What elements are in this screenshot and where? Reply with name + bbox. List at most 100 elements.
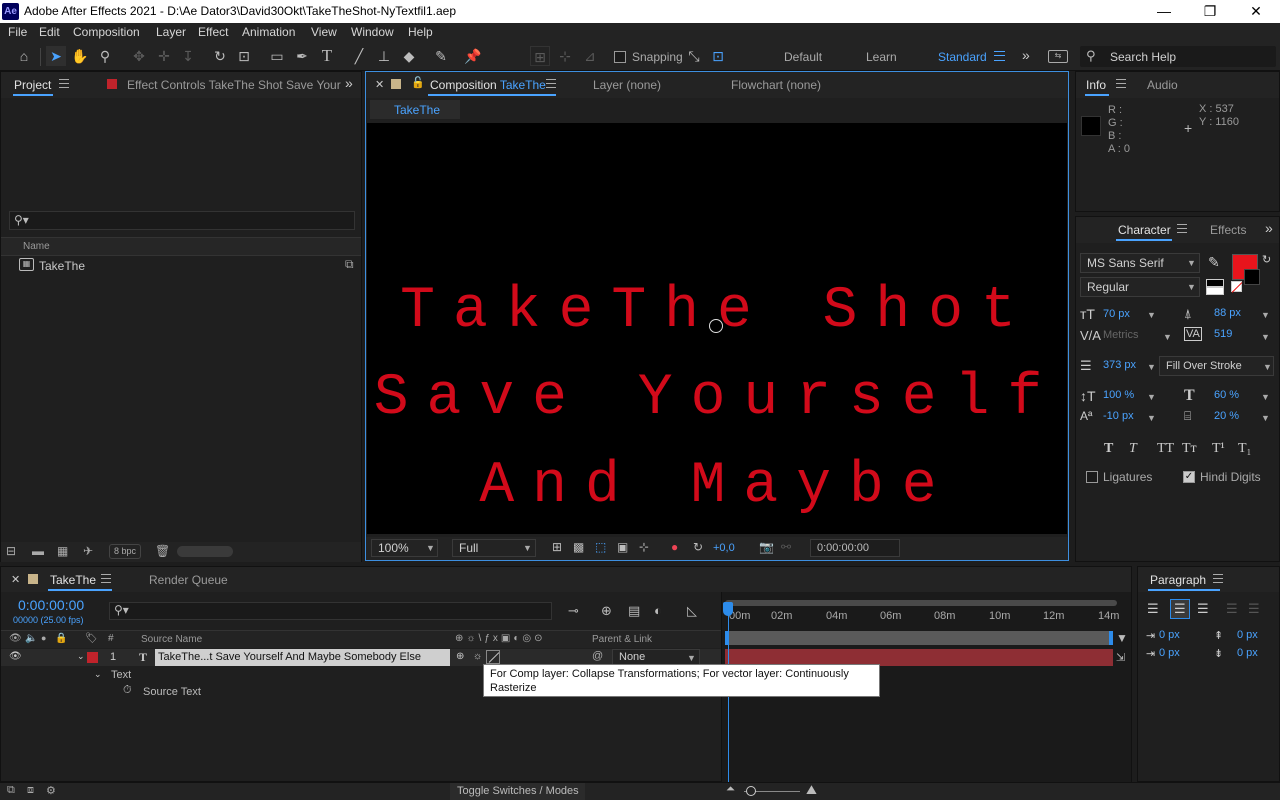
- tab-effect-controls[interactable]: Effect Controls TakeThe Shot Save Your: [127, 78, 341, 92]
- align-left-icon[interactable]: ☰: [1147, 601, 1159, 617]
- search-help-box[interactable]: ⚲ Search Help: [1080, 46, 1276, 67]
- swap-colors-icon[interactable]: ↻: [1262, 253, 1271, 266]
- reset-exposure-icon[interactable]: ↻: [693, 540, 703, 554]
- brush-tool-icon[interactable]: ╱: [349, 46, 369, 66]
- show-channel-icon[interactable]: ●: [671, 540, 678, 554]
- snap-features-icon[interactable]: ⊡: [708, 46, 728, 66]
- guides-icon[interactable]: ▣: [617, 540, 628, 554]
- transparency-grid-icon[interactable]: ▩: [573, 540, 584, 554]
- anchor-point-icon[interactable]: [709, 319, 723, 333]
- search-help-input[interactable]: Search Help: [1110, 50, 1176, 64]
- align-right-icon[interactable]: ☰: [1197, 601, 1209, 617]
- menu-effect[interactable]: Effect: [198, 25, 228, 39]
- column-source-name[interactable]: Source Name: [141, 634, 202, 645]
- font-style-select[interactable]: Regular: [1080, 277, 1200, 297]
- font-size-value[interactable]: 70 px: [1103, 308, 1130, 320]
- font-family-select[interactable]: MS Sans Serif: [1080, 253, 1200, 273]
- align-center-icon[interactable]: ☰: [1170, 599, 1190, 619]
- subscript-button[interactable]: T₁: [1238, 441, 1251, 457]
- expand-chevron-icon[interactable]: ⌄: [94, 669, 102, 680]
- breadcrumb[interactable]: TakeThe: [370, 100, 460, 119]
- white-swatch[interactable]: [1206, 287, 1224, 295]
- menu-help[interactable]: Help: [408, 25, 433, 39]
- quality-switch[interactable]: [486, 650, 500, 664]
- stroke-width-value[interactable]: 373 px: [1103, 359, 1136, 371]
- tab-layer[interactable]: Layer (none): [593, 78, 661, 92]
- justify-last-center-icon[interactable]: ☰: [1248, 601, 1260, 617]
- region-of-interest-icon[interactable]: ⊞: [552, 540, 562, 554]
- timeline-current-time[interactable]: 0:00:00:00: [18, 597, 84, 613]
- draft-3d-icon[interactable]: ⊕: [601, 603, 612, 619]
- zoom-slider-handle[interactable]: [746, 786, 756, 796]
- tab-paragraph[interactable]: Paragraph: [1150, 573, 1206, 587]
- collapse-switch-icon[interactable]: ☼: [473, 651, 482, 662]
- faux-italic-button[interactable]: T: [1129, 441, 1137, 457]
- space-before-value[interactable]: 0 px: [1237, 629, 1258, 641]
- tab-effects[interactable]: Effects: [1210, 223, 1246, 237]
- tab-composition[interactable]: Composition TakeThe: [430, 78, 546, 92]
- stroke-mode-select[interactable]: Fill Over Stroke: [1159, 356, 1274, 376]
- work-area-bar[interactable]: [725, 631, 1113, 645]
- black-swatch[interactable]: [1206, 279, 1224, 287]
- home-icon[interactable]: ⌂: [14, 46, 34, 66]
- indent-left-value[interactable]: 0 px: [1159, 629, 1180, 641]
- zoom-tool-icon[interactable]: ⚲: [95, 46, 115, 66]
- keyboard-shortcuts-icon[interactable]: ⇆: [1048, 50, 1068, 63]
- transfer-controls-icon[interactable]: ⧈: [27, 784, 34, 797]
- visibility-eye-icon[interactable]: 👁: [9, 651, 22, 662]
- snap-edges-icon[interactable]: ⤡: [684, 46, 704, 66]
- zoom-out-icon[interactable]: ⏶: [726, 783, 735, 796]
- tab-timeline-comp[interactable]: TakeThe: [50, 573, 96, 587]
- comp-menu-icon[interactable]: [546, 79, 556, 88]
- small-caps-button[interactable]: Tт: [1182, 441, 1197, 457]
- comp-marker-bin-icon[interactable]: ▼: [1116, 631, 1130, 645]
- tab-audio[interactable]: Audio: [1147, 78, 1178, 92]
- superscript-button[interactable]: T¹: [1212, 441, 1225, 457]
- render-time-icon[interactable]: ⚙: [46, 784, 56, 797]
- menu-animation[interactable]: Animation: [242, 25, 295, 39]
- tab-project[interactable]: Project: [14, 78, 51, 92]
- restore-button[interactable]: ❐: [1187, 0, 1233, 23]
- timeline-menu-icon[interactable]: [101, 574, 111, 583]
- menu-edit[interactable]: Edit: [39, 25, 60, 39]
- dolly-camera-icon[interactable]: ↧: [178, 46, 198, 66]
- hindi-digits-checkbox[interactable]: ✓: [1183, 471, 1195, 483]
- show-snapshot-icon[interactable]: ⚯: [781, 540, 791, 554]
- graph-editor-icon[interactable]: ◺: [687, 603, 697, 619]
- workspace-standard[interactable]: Standard: [938, 50, 987, 64]
- new-folder-icon[interactable]: ▬: [32, 544, 44, 558]
- project-item[interactable]: ▦ TakeThe ⧉: [1, 257, 361, 275]
- layer-switches-icon[interactable]: ⧉: [7, 784, 15, 797]
- toggle-switches-modes-button[interactable]: Toggle Switches / Modes: [450, 783, 585, 800]
- menu-composition[interactable]: Composition: [73, 25, 140, 39]
- new-composition-icon[interactable]: ▦: [57, 544, 68, 558]
- lock-icon[interactable]: 🔓: [411, 76, 425, 89]
- roto-brush-tool-icon[interactable]: ✎: [431, 46, 451, 66]
- eraser-tool-icon[interactable]: ◆: [399, 46, 419, 66]
- tracking-value[interactable]: 519: [1214, 328, 1232, 340]
- world-axis-icon[interactable]: ⊹: [555, 46, 575, 66]
- grid-icon[interactable]: ⊹: [639, 540, 649, 554]
- timeline-search-input[interactable]: ⚲▾: [109, 602, 552, 620]
- composition-viewer[interactable]: TakeThe Shot Save Yourself And Maybe: [367, 123, 1067, 534]
- snapping-checkbox[interactable]: [614, 51, 626, 63]
- tsume-value[interactable]: 20 %: [1214, 410, 1239, 422]
- layer-label-color[interactable]: [87, 652, 98, 663]
- ligatures-checkbox[interactable]: [1086, 471, 1098, 483]
- pick-whip-icon[interactable]: @: [592, 650, 603, 662]
- trash-icon[interactable]: 🗑: [155, 544, 170, 558]
- column-name[interactable]: Name: [23, 241, 50, 252]
- pan-camera-icon[interactable]: ✛: [154, 46, 174, 66]
- tab-info[interactable]: Info: [1086, 78, 1106, 92]
- menu-layer[interactable]: Layer: [156, 25, 186, 39]
- layer-name-field[interactable]: TakeThe...t Save Yourself And Maybe Some…: [155, 649, 450, 666]
- menu-window[interactable]: Window: [351, 25, 394, 39]
- flowchart-icon[interactable]: ⧉: [345, 257, 354, 272]
- character-menu-icon[interactable]: [1177, 224, 1187, 233]
- zoom-in-icon[interactable]: ⛰: [806, 782, 817, 798]
- workspace-menu-icon[interactable]: [994, 51, 1005, 61]
- workspace-default[interactable]: Default: [784, 50, 822, 64]
- justify-last-left-icon[interactable]: ☰: [1226, 601, 1238, 617]
- comp-flowchart-icon[interactable]: ⊸: [568, 603, 579, 619]
- tab-character[interactable]: Character: [1118, 223, 1171, 237]
